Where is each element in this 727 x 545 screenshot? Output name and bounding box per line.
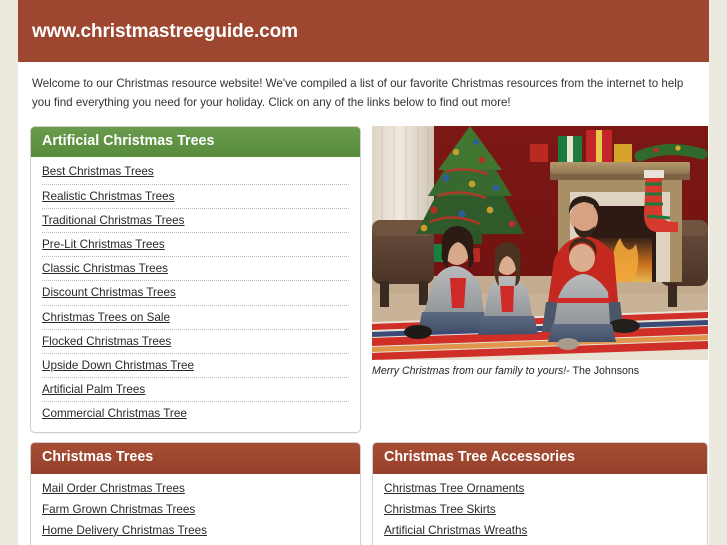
link-list-artificial: Best Christmas Trees Realistic Christmas… xyxy=(42,160,349,425)
link-artificial-christmas-wreaths[interactable]: Artificial Christmas Wreaths xyxy=(384,520,527,541)
link-upside-down-christmas-tree[interactable]: Upside Down Christmas Tree xyxy=(42,354,194,377)
family-christmas-photo xyxy=(372,125,708,360)
list-item: Artificial Christmas Wreaths xyxy=(384,520,696,541)
photo-caption: Merry Christmas from our family to yours… xyxy=(372,365,708,379)
site-header: www.christmastreeguide.com xyxy=(18,0,709,62)
link-list-christmas-trees: Mail Order Christmas Trees Farm Grown Ch… xyxy=(42,478,349,545)
content-container: www.christmastreeguide.com Welcome to ou… xyxy=(18,0,709,545)
list-item: Realistic Christmas Trees xyxy=(42,185,349,209)
list-item: Commercial Christmas Tree xyxy=(42,402,349,425)
panel-christmas-trees: Christmas Trees Mail Order Christmas Tre… xyxy=(30,441,361,545)
link-christmas-tree-skirts[interactable]: Christmas Tree Skirts xyxy=(384,499,496,520)
photo-caption-italic: Merry Christmas from our family to yours… xyxy=(372,364,567,377)
list-item: Mail Order Christmas Trees xyxy=(42,478,349,499)
panel-artificial-christmas-trees: Artificial Christmas Trees Best Christma… xyxy=(30,125,361,433)
list-item: Best Christmas Trees xyxy=(42,160,349,185)
link-fresh-christmas-wreaths[interactable]: Fresh Christmas Wreaths xyxy=(384,541,516,545)
list-item: Upside Down Christmas Tree xyxy=(42,354,349,379)
link-home-delivery-christmas-trees[interactable]: Home Delivery Christmas Trees xyxy=(42,520,207,541)
link-classic-christmas-trees[interactable]: Classic Christmas Trees xyxy=(42,257,168,280)
list-item: Fresh Cut Christmas Trees xyxy=(42,541,349,545)
list-item: Christmas Trees on Sale xyxy=(42,306,349,330)
panel-body-artificial: Best Christmas Trees Realistic Christmas… xyxy=(31,157,360,431)
link-commercial-christmas-tree[interactable]: Commercial Christmas Tree xyxy=(42,402,187,425)
intro-section: Welcome to our Christmas resource websit… xyxy=(18,62,709,123)
panel-christmas-tree-accessories: Christmas Tree Accessories Christmas Tre… xyxy=(372,441,708,545)
main-area: Artificial Christmas Trees Best Christma… xyxy=(18,123,709,433)
link-discount-christmas-trees[interactable]: Discount Christmas Trees xyxy=(42,281,176,304)
site-title: www.christmastreeguide.com xyxy=(32,20,298,42)
list-item: Home Delivery Christmas Trees xyxy=(42,520,349,541)
link-artificial-palm-trees[interactable]: Artificial Palm Trees xyxy=(42,378,145,401)
list-item: Discount Christmas Trees xyxy=(42,281,349,306)
link-farm-grown-christmas-trees[interactable]: Farm Grown Christmas Trees xyxy=(42,499,195,520)
list-item: Farm Grown Christmas Trees xyxy=(42,499,349,520)
panel-header-christmas-trees: Christmas Trees xyxy=(31,442,360,474)
bottom-panels-row: Christmas Trees Mail Order Christmas Tre… xyxy=(18,433,709,545)
list-item: Christmas Tree Ornaments xyxy=(384,478,696,499)
right-column: Merry Christmas from our family to yours… xyxy=(372,125,708,379)
panel-header-artificial: Artificial Christmas Trees xyxy=(31,126,360,158)
panel-body-christmas-trees: Mail Order Christmas Trees Farm Grown Ch… xyxy=(31,474,360,545)
link-fresh-cut-christmas-trees[interactable]: Fresh Cut Christmas Trees xyxy=(42,541,182,545)
link-traditional-christmas-trees[interactable]: Traditional Christmas Trees xyxy=(42,209,184,232)
list-item: Classic Christmas Trees xyxy=(42,257,349,282)
intro-paragraph: Welcome to our Christmas resource websit… xyxy=(32,77,684,109)
photo-caption-plain: - The Johnsons xyxy=(566,364,640,377)
panel-body-accessories: Christmas Tree Ornaments Christmas Tree … xyxy=(373,474,707,545)
link-pre-lit-christmas-trees[interactable]: Pre-Lit Christmas Trees xyxy=(42,233,165,256)
list-item: Flocked Christmas Trees xyxy=(42,330,349,355)
panel-header-accessories: Christmas Tree Accessories xyxy=(373,442,707,474)
link-best-christmas-trees[interactable]: Best Christmas Trees xyxy=(42,160,154,183)
link-christmas-trees-on-sale[interactable]: Christmas Trees on Sale xyxy=(42,306,170,329)
list-item: Christmas Tree Skirts xyxy=(384,499,696,520)
list-item: Artificial Palm Trees xyxy=(42,378,349,403)
link-christmas-tree-ornaments[interactable]: Christmas Tree Ornaments xyxy=(384,478,524,499)
link-flocked-christmas-trees[interactable]: Flocked Christmas Trees xyxy=(42,330,171,353)
list-item: Traditional Christmas Trees xyxy=(42,209,349,234)
link-mail-order-christmas-trees[interactable]: Mail Order Christmas Trees xyxy=(42,478,185,499)
link-realistic-christmas-trees[interactable]: Realistic Christmas Trees xyxy=(42,185,175,208)
link-list-accessories: Christmas Tree Ornaments Christmas Tree … xyxy=(384,478,696,545)
list-item: Pre-Lit Christmas Trees xyxy=(42,233,349,258)
list-item: Fresh Christmas Wreaths xyxy=(384,541,696,545)
left-column: Artificial Christmas Trees Best Christma… xyxy=(30,125,361,433)
page-root: www.christmastreeguide.com Welcome to ou… xyxy=(0,0,727,545)
